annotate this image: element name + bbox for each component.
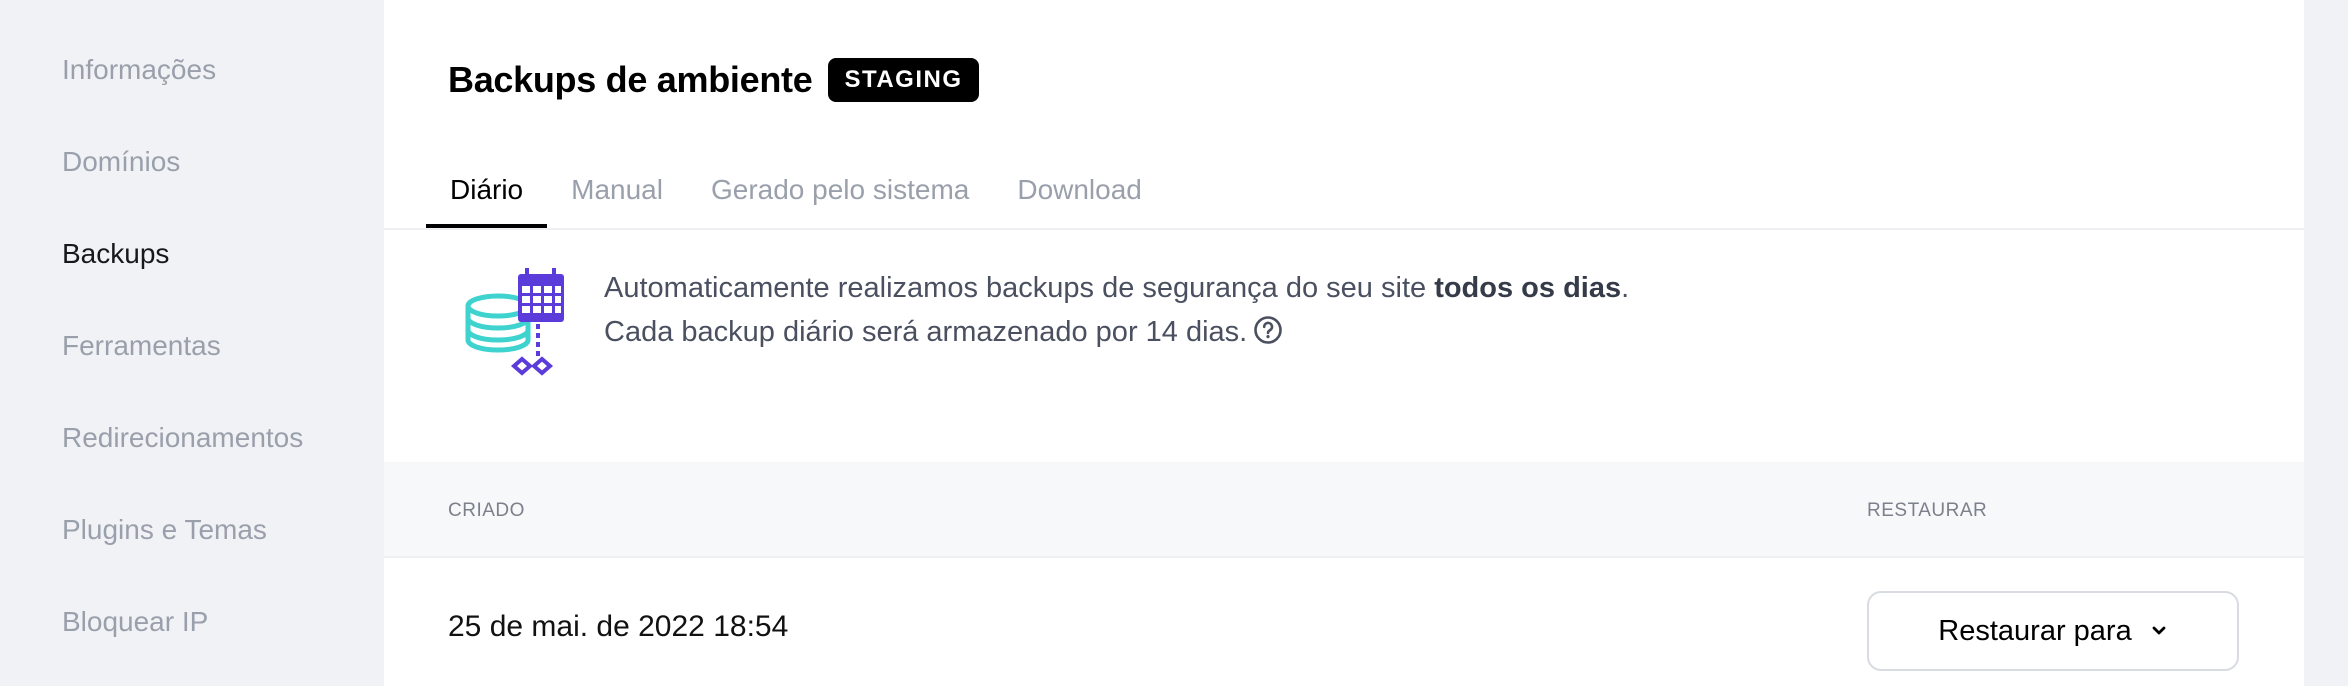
tabs-divider (384, 228, 2304, 230)
title-row: Backups de ambiente STAGING (448, 58, 979, 102)
sidebar-item-plugins-temas[interactable]: Plugins e Temas (62, 514, 267, 546)
tab-manual[interactable]: Manual (547, 160, 687, 228)
question-circle-icon[interactable] (1253, 315, 1283, 345)
right-gutter (2304, 0, 2348, 686)
sidebar-item-backups[interactable]: Backups (62, 238, 169, 270)
tab-gerado-pelo-sistema[interactable]: Gerado pelo sistema (687, 160, 993, 228)
main-panel: Backups de ambiente STAGING Diário Manua… (384, 0, 2304, 686)
info-line-1-emphasis: todos os dias (1434, 272, 1622, 304)
info-line-1-prefix: Automaticamente realizamos backups de se… (604, 272, 1435, 304)
app-window: Informações Domínios Backups Ferramentas… (0, 0, 2348, 686)
restore-to-button[interactable]: Restaurar para (1867, 591, 2239, 671)
restore-button-label: Restaurar para (1938, 614, 2132, 647)
info-line-1: Automaticamente realizamos backups de se… (604, 266, 1629, 310)
sidebar-item-bloquear-ip[interactable]: Bloquear IP (62, 606, 208, 638)
sidebar-item-dominios[interactable]: Domínios (62, 146, 180, 178)
database-calendar-icon (465, 268, 564, 376)
backup-tabs: Diário Manual Gerado pelo sistema Downlo… (426, 160, 1166, 228)
info-line-2: Cada backup diário será armazenado por 1… (604, 310, 1629, 354)
tab-download[interactable]: Download (993, 160, 1166, 228)
daily-backup-info: Automaticamente realizamos backups de se… (458, 266, 1629, 382)
sidebar-item-ferramentas[interactable]: Ferramentas (62, 330, 221, 362)
column-header-restore: RESTAURAR (1867, 500, 1988, 521)
column-header-created: CRIADO (448, 500, 525, 521)
sidebar: Informações Domínios Backups Ferramentas… (0, 0, 384, 686)
sidebar-item-redirecionamentos[interactable]: Redirecionamentos (62, 422, 303, 454)
retention-text: Cada backup diário será armazenado por 1… (604, 316, 1248, 348)
environment-badge: STAGING (828, 58, 979, 102)
info-text: Automaticamente realizamos backups de se… (604, 266, 1629, 382)
sidebar-item-informacoes[interactable]: Informações (62, 54, 216, 86)
info-line-1-suffix: . (1621, 272, 1630, 304)
page-title: Backups de ambiente (448, 59, 813, 100)
backup-created-date: 25 de mai. de 2022 18:54 (448, 610, 789, 643)
table-row: 25 de mai. de 2022 18:54 Restaurar para (384, 560, 2304, 686)
tab-diario[interactable]: Diário (426, 160, 548, 228)
table-header: CRIADO RESTAURAR (384, 462, 2304, 558)
chevron-down-icon (2152, 626, 2166, 635)
